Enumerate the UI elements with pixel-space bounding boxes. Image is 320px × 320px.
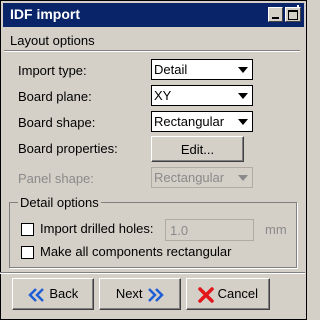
make-rectangular-checkbox[interactable] xyxy=(21,246,34,259)
back-button[interactable]: Back xyxy=(12,278,94,310)
detail-options-title: Detail options xyxy=(18,195,101,210)
edit-button-label: Edit... xyxy=(180,142,215,157)
import-drilled-holes-checkbox[interactable] xyxy=(21,223,34,236)
cancel-button[interactable]: Cancel xyxy=(186,278,270,310)
minimize-button[interactable] xyxy=(268,7,283,22)
import-type-label: Import type: xyxy=(18,63,87,78)
chevron-down-icon[interactable] xyxy=(236,61,251,78)
chevron-down-icon[interactable] xyxy=(236,113,251,130)
double-chevron-right-icon xyxy=(148,287,164,302)
board-shape-select[interactable]: Rectangular xyxy=(151,111,253,132)
panel-shape-label: Panel shape: xyxy=(18,171,94,186)
chevron-down-icon[interactable] xyxy=(236,169,251,186)
back-button-label: Back xyxy=(49,286,79,301)
layout-options-header: Layout options xyxy=(10,33,95,48)
edit-board-properties-button[interactable]: Edit... xyxy=(151,136,244,162)
next-button[interactable]: Next xyxy=(99,278,181,310)
footer-divider xyxy=(0,272,305,274)
cancel-button-label: Cancel xyxy=(217,286,259,301)
import-type-select[interactable]: Detail xyxy=(151,59,253,80)
board-plane-value: XY xyxy=(154,88,172,103)
import-type-value: Detail xyxy=(154,62,188,77)
maximize-icon xyxy=(288,10,298,20)
board-plane-label: Board plane: xyxy=(18,89,92,104)
titlebar-edge xyxy=(297,5,299,7)
drilled-holes-size-input[interactable]: 1.0 xyxy=(165,219,254,241)
drilled-holes-size-value: 1.0 xyxy=(170,223,189,238)
window-title: IDF import xyxy=(10,6,80,22)
import-drilled-holes-label: Import drilled holes: xyxy=(40,221,154,236)
board-shape-value: Rectangular xyxy=(154,114,225,129)
section-divider xyxy=(4,50,300,52)
make-rectangular-label: Make all components rectangular xyxy=(40,244,232,259)
maximize-button[interactable] xyxy=(285,7,301,22)
title-bar[interactable]: IDF import xyxy=(3,3,304,27)
drilled-holes-unit: mm xyxy=(265,222,287,237)
board-properties-label: Board properties: xyxy=(18,141,118,156)
next-button-label: Next xyxy=(115,286,143,301)
red-x-icon xyxy=(198,286,214,303)
board-plane-select[interactable]: XY xyxy=(151,85,253,106)
double-chevron-left-icon xyxy=(27,287,44,302)
panel-shape-select[interactable]: Rectangular xyxy=(151,167,253,188)
panel-shape-value: Rectangular xyxy=(154,170,225,185)
chevron-down-icon[interactable] xyxy=(236,87,251,104)
board-shape-label: Board shape: xyxy=(18,115,96,130)
